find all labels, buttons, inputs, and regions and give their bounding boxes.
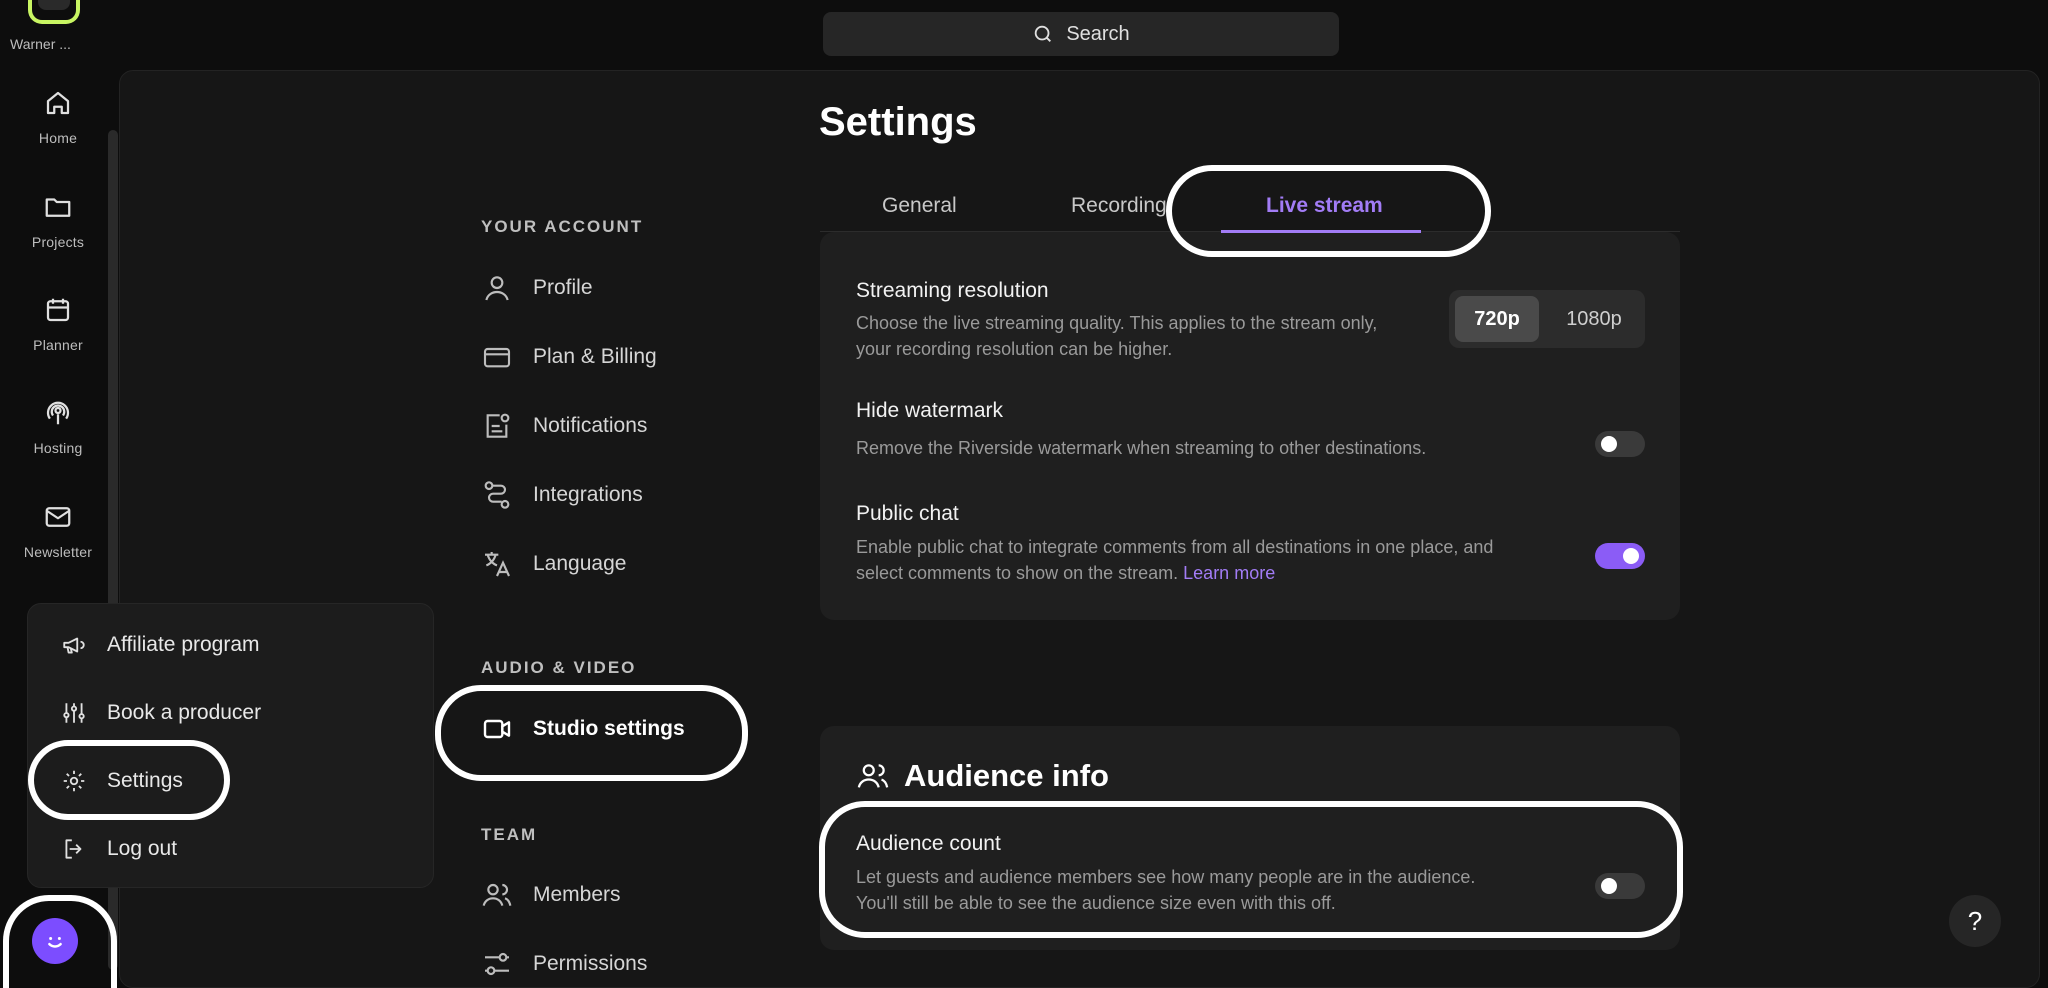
tab-general[interactable]: General [882, 194, 957, 218]
hide-watermark-desc: Remove the Riverside watermark when stre… [856, 438, 1427, 458]
rail-item-newsletter[interactable]: Newsletter [0, 502, 116, 560]
nav-section-audio-video: AUDIO & VIDEO [481, 658, 637, 677]
rail-item-label: Hosting [33, 440, 83, 456]
nav-item-label: Permissions [533, 952, 648, 975]
users-icon [482, 883, 512, 906]
learn-more-link[interactable]: Learn more [1183, 563, 1275, 583]
podcast-icon [46, 401, 70, 425]
public-chat-toggle[interactable] [1595, 543, 1645, 569]
audience-info-heading: Audience info [856, 758, 1109, 794]
nav-item-language[interactable]: Language [481, 548, 626, 580]
nav-item-plan-billing[interactable]: Plan & Billing [481, 341, 657, 373]
tab-recording[interactable]: Recording [1071, 194, 1167, 218]
help-button[interactable]: ? [1949, 895, 2001, 947]
nav-item-label: Profile [533, 276, 593, 299]
resolution-selector: 720p 1080p [1449, 290, 1645, 348]
folder-icon [45, 198, 71, 217]
credit-card-icon [483, 347, 511, 368]
toggle-knob [1601, 436, 1617, 452]
notification-icon [486, 413, 510, 438]
rail-item-label: Projects [31, 234, 85, 250]
desc-line: Let guests and audience members see how … [856, 867, 1476, 887]
nav-item-label: Members [533, 883, 621, 906]
sliders-icon [63, 703, 85, 723]
nav-item-label: Notifications [533, 414, 648, 437]
public-chat-title: Public chat [856, 502, 959, 525]
translate-icon [485, 552, 510, 577]
nav-item-label: Language [533, 552, 627, 575]
nav-item-label: Plan & Billing [533, 345, 657, 368]
audience-count-toggle[interactable] [1595, 873, 1645, 899]
calendar-icon [46, 298, 70, 322]
nav-item-members[interactable]: Members [481, 879, 621, 911]
video-camera-icon [483, 719, 511, 739]
section-heading-label: Audience info [904, 758, 1109, 793]
rail-item-home[interactable]: Home [0, 88, 116, 146]
nav-section-your-account: YOUR ACCOUNT [481, 217, 644, 236]
nav-item-label: Integrations [533, 483, 643, 506]
settings-tabs: General Recording Live stream [820, 180, 1680, 232]
user-avatar[interactable] [32, 918, 78, 964]
nav-item-permissions[interactable]: Permissions [481, 948, 647, 980]
desc-line: select comments to show on the stream. [856, 563, 1179, 583]
menu-item-label: Book a producer [107, 701, 262, 724]
resolution-1080p-option[interactable]: 1080p [1549, 296, 1639, 342]
toggle-knob [1623, 548, 1639, 564]
smiley-face-icon [48, 937, 62, 948]
hide-watermark-title: Hide watermark [856, 399, 1004, 422]
audience-count-desc: Let guests and audience members see how … [856, 864, 1556, 916]
menu-item-label: Affiliate program [107, 633, 260, 656]
search-icon [1035, 25, 1052, 42]
search-label: Search [1066, 22, 1130, 45]
menu-item-log-out[interactable]: Log out [61, 836, 177, 862]
integrations-icon [484, 481, 510, 509]
nav-item-integrations[interactable]: Integrations [481, 479, 643, 511]
public-chat-desc: Enable public chat to integrate comments… [856, 534, 1556, 586]
desc-line: You'll still be able to see the audience… [856, 893, 1336, 913]
gear-icon [63, 770, 85, 792]
rail-item-label: Planner [33, 337, 83, 353]
sliders-icon [485, 952, 509, 976]
tab-live-stream[interactable]: Live stream [1266, 194, 1383, 218]
rail-item-planner[interactable]: Planner [0, 295, 116, 353]
rail-item-hosting[interactable]: Hosting [0, 398, 116, 456]
logout-icon [65, 839, 82, 859]
toggle-knob [1601, 878, 1617, 894]
workspace-name: Warner ... [10, 36, 71, 52]
nav-item-profile[interactable]: Profile [481, 272, 593, 304]
menu-item-book-a-producer[interactable]: Book a producer [61, 700, 261, 726]
menu-item-affiliate-program[interactable]: Affiliate program [61, 632, 260, 658]
users-icon [857, 764, 889, 788]
home-icon [46, 91, 70, 115]
nav-item-label: Studio settings [533, 717, 685, 740]
mail-icon [45, 507, 71, 527]
rail-item-label: Newsletter [23, 544, 93, 560]
hide-watermark-toggle[interactable] [1595, 431, 1645, 457]
rail-item-projects[interactable]: Projects [0, 192, 116, 250]
megaphone-icon [63, 637, 85, 654]
workspace-logo[interactable] [28, 0, 80, 24]
resolution-720p-option[interactable]: 720p [1455, 296, 1539, 342]
menu-item-settings[interactable]: Settings [61, 768, 183, 794]
page-title: Settings [819, 100, 977, 144]
user-icon [485, 276, 509, 301]
nav-item-notifications[interactable]: Notifications [481, 410, 647, 442]
audience-count-title: Audience count [856, 832, 1001, 855]
user-menu-popover: Affiliate program Book a producer Settin… [27, 603, 434, 888]
search-bar[interactable]: Search [823, 12, 1339, 56]
nav-item-studio-settings[interactable]: Studio settings [481, 713, 685, 745]
menu-item-label: Log out [107, 837, 178, 860]
desc-line: Enable public chat to integrate comments… [856, 537, 1494, 557]
rail-item-label: Home [38, 130, 78, 146]
streaming-resolution-title: Streaming resolution [856, 279, 1049, 302]
menu-item-label: Settings [107, 769, 183, 792]
active-tab-indicator [1221, 230, 1421, 233]
nav-section-team: TEAM [481, 825, 538, 844]
